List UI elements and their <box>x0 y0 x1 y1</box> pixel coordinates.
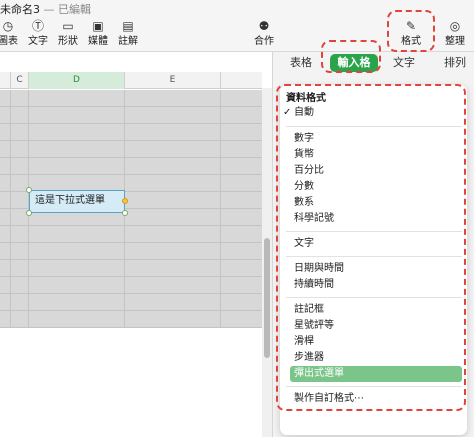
scrollbar-thumb[interactable] <box>264 238 270 358</box>
sheet-vertical-scrollbar[interactable] <box>262 88 272 437</box>
chart-button[interactable]: ◷ 圖表 <box>0 18 24 50</box>
grid-line <box>10 90 11 328</box>
column-header-f[interactable] <box>221 72 262 89</box>
comment-label: 註解 <box>118 36 138 47</box>
tab-table[interactable]: 表格 <box>283 54 319 72</box>
shape-icon: ▭ <box>62 19 74 33</box>
selected-cell-text: 這是下拉式選單 <box>35 195 105 206</box>
column-header-bar: C D E <box>0 72 262 89</box>
collaborate-label: 合作 <box>254 36 274 47</box>
organize-button[interactable]: ◎ 整理 <box>439 18 471 50</box>
column-header-spacer <box>0 72 11 89</box>
shape-label: 形狀 <box>58 36 78 47</box>
comment-icon: ▤ <box>122 19 134 33</box>
selection-handle-bottom-right[interactable] <box>122 210 128 216</box>
annotation-cell-tab <box>321 40 381 73</box>
title-separator: — <box>43 3 55 16</box>
text-label: 文字 <box>28 36 48 47</box>
chart-icon: ◷ <box>2 19 14 33</box>
collaborate-icon: ⚉ <box>258 19 270 33</box>
selected-cell-d[interactable]: 這是下拉式選單 <box>29 190 125 213</box>
grid-line <box>220 90 221 328</box>
annotation-format-button <box>387 10 435 52</box>
edit-status: 已編輯 <box>58 3 91 16</box>
column-header-d[interactable]: D <box>29 72 125 89</box>
text-button[interactable]: Ⓣ 文字 <box>22 18 54 50</box>
chart-label: 圖表 <box>0 36 18 47</box>
tab-text[interactable]: 文字 <box>386 54 422 72</box>
media-button[interactable]: ▣ 媒體 <box>82 18 114 50</box>
shape-button[interactable]: ▭ 形狀 <box>52 18 84 50</box>
tab-arrange[interactable]: 排列 <box>437 54 473 72</box>
organize-label: 整理 <box>445 36 465 47</box>
autofill-handle[interactable] <box>122 198 128 204</box>
column-header-e[interactable]: E <box>125 72 221 89</box>
text-icon: Ⓣ <box>31 19 44 33</box>
window-title: 未命名3 — 已編輯 <box>0 1 91 17</box>
selection-handle-bottom-left[interactable] <box>26 210 32 216</box>
selection-handle-top-left[interactable] <box>26 187 32 193</box>
spreadsheet-area[interactable]: C D E 這是下拉式選單 <box>0 72 262 437</box>
annotation-data-format-menu <box>276 84 466 411</box>
comment-button[interactable]: ▤ 註解 <box>112 18 144 50</box>
document-name: 未命名3 <box>0 3 40 16</box>
media-label: 媒體 <box>88 36 108 47</box>
column-header-c[interactable]: C <box>11 72 29 89</box>
collaborate-button[interactable]: ⚉ 合作 <box>248 18 280 50</box>
organize-icon: ◎ <box>449 19 461 33</box>
media-icon: ▣ <box>92 19 104 33</box>
